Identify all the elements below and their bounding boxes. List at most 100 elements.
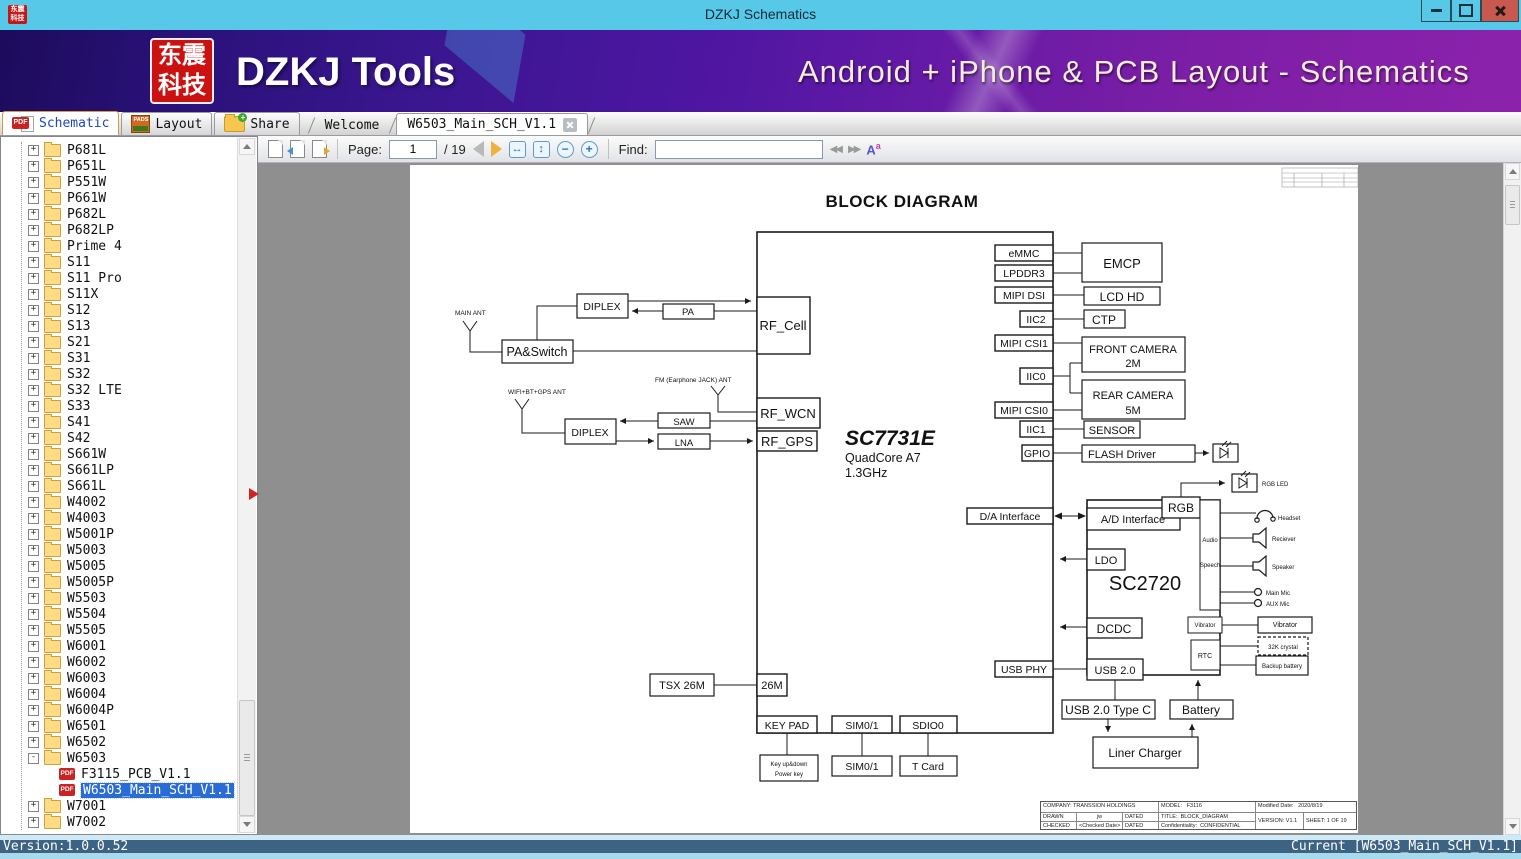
tree-scrollbar[interactable] — [237, 138, 256, 833]
tree-toggle-icon[interactable] — [28, 401, 39, 412]
tab-schematic[interactable]: PDF Schematic — [2, 111, 119, 135]
tree-item[interactable]: PDF F3115_PCB_V1.1 — [1, 766, 237, 782]
panel-collapse-icon[interactable] — [249, 488, 259, 500]
tree-toggle-icon[interactable] — [28, 433, 39, 444]
tree-item[interactable]: PDF S661L — [1, 478, 237, 494]
tree-item-label[interactable]: W7002 — [67, 815, 106, 830]
tree-item[interactable]: PDF P551W — [1, 174, 237, 190]
tree-item-label[interactable]: W5003 — [67, 543, 106, 558]
tree-item[interactable]: PDF S13 — [1, 318, 237, 334]
tree-item-label[interactable]: W6004P — [67, 703, 114, 718]
page-back-icon[interactable] — [290, 140, 305, 158]
tree-item-label[interactable]: S32 LTE — [67, 383, 122, 398]
tree-item[interactable]: PDF S31 — [1, 350, 237, 366]
single-page-icon[interactable] — [268, 140, 283, 158]
tree-item[interactable]: PDF W6003 — [1, 670, 237, 686]
tree-toggle-icon[interactable] — [28, 657, 39, 668]
viewer-scrollbar-thumb[interactable] — [1505, 185, 1520, 225]
tree-item-label[interactable]: W6003 — [67, 671, 106, 686]
tree-item[interactable]: PDF S33 — [1, 398, 237, 414]
tree-item[interactable]: PDF S11X — [1, 286, 237, 302]
find-next-icon[interactable] — [848, 144, 859, 155]
tree-item-label[interactable]: P661W — [67, 191, 106, 206]
close-button[interactable] — [1481, 0, 1519, 22]
tree-item-label[interactable]: S661W — [67, 447, 106, 462]
tree-item-label[interactable]: W5505 — [67, 623, 106, 638]
tree-toggle-icon[interactable] — [28, 289, 39, 300]
tree-toggle-icon[interactable] — [28, 353, 39, 364]
tree-item[interactable]: PDF W6001 — [1, 638, 237, 654]
tree-item[interactable]: PDF W5505 — [1, 622, 237, 638]
tree-item[interactable]: PDF S41 — [1, 414, 237, 430]
tree-item[interactable]: PDF W5504 — [1, 606, 237, 622]
tree-item[interactable]: PDF W7002 — [1, 814, 237, 830]
tree-item-label[interactable]: W6501 — [67, 719, 106, 734]
tree-toggle-icon[interactable] — [28, 145, 39, 156]
tree-item-label[interactable]: W4002 — [67, 495, 106, 510]
tab-layout[interactable]: PADS Layout — [121, 112, 212, 135]
tree-toggle-icon[interactable] — [28, 593, 39, 604]
tree-item-label[interactable]: S12 — [67, 303, 90, 318]
tree-toggle-icon[interactable] — [28, 705, 39, 716]
tree-item[interactable]: PDF P661W — [1, 190, 237, 206]
tree-toggle-icon[interactable] — [28, 577, 39, 588]
tree-item[interactable]: PDF S12 — [1, 302, 237, 318]
tree-item[interactable]: PDF S661LP — [1, 462, 237, 478]
tree-toggle-icon[interactable] — [28, 385, 39, 396]
page-forward-icon[interactable] — [312, 140, 327, 158]
tree-toggle-icon[interactable] — [28, 241, 39, 252]
tree-toggle-icon[interactable] — [28, 449, 39, 460]
tree-toggle-icon[interactable] — [28, 625, 39, 636]
tree-item[interactable]: PDF W5005 — [1, 558, 237, 574]
tree-toggle-icon[interactable] — [28, 737, 39, 748]
tree-item-label[interactable]: S11X — [67, 287, 98, 302]
find-previous-icon[interactable] — [830, 144, 841, 155]
tree-toggle-icon[interactable] — [28, 465, 39, 476]
page-number-input[interactable] — [389, 140, 437, 159]
tree-item-label[interactable]: W6503_Main_SCH_V1.1 — [81, 783, 234, 798]
tree-item-label[interactable]: W5005 — [67, 559, 106, 574]
scroll-down-icon[interactable] — [1505, 818, 1520, 835]
tree-item-label[interactable]: S21 — [67, 335, 90, 350]
tree-item[interactable]: PDF W5001P — [1, 526, 237, 542]
tree-item-label[interactable]: P681L — [67, 143, 106, 158]
tree-item[interactable]: PDF S661W — [1, 446, 237, 462]
tree-toggle-icon[interactable] — [28, 209, 39, 220]
tree-item[interactable]: PDF W4003 — [1, 510, 237, 526]
maximize-button[interactable] — [1451, 0, 1481, 22]
tree-item[interactable]: PDF P682LP — [1, 222, 237, 238]
tree-item[interactable]: PDF S21 — [1, 334, 237, 350]
tree-scrollbar-thumb[interactable] — [239, 700, 255, 816]
tree-toggle-icon[interactable] — [28, 673, 39, 684]
tree-toggle-icon[interactable] — [28, 529, 39, 540]
tree-toggle-icon[interactable] — [28, 305, 39, 316]
tree-item-label[interactable]: W5503 — [67, 591, 106, 606]
tree-item-label[interactable]: S661LP — [67, 463, 114, 478]
tree-item[interactable]: PDF W6004P — [1, 702, 237, 718]
tree-item-label[interactable]: F3115_PCB_V1.1 — [81, 767, 191, 782]
tree-toggle-icon[interactable] — [28, 193, 39, 204]
tree-toggle-icon[interactable] — [28, 337, 39, 348]
tree-toggle-icon[interactable] — [28, 689, 39, 700]
tree-item[interactable]: PDF W6004 — [1, 686, 237, 702]
tree-toggle-icon[interactable] — [28, 513, 39, 524]
tree-item[interactable]: PDF P682L — [1, 206, 237, 222]
minimize-button[interactable] — [1421, 0, 1451, 22]
tree-item-label[interactable]: W5001P — [67, 527, 114, 542]
tree-item[interactable]: PDF W5005P — [1, 574, 237, 590]
tree-item-label[interactable]: S13 — [67, 319, 90, 334]
zoom-out-button[interactable] — [557, 141, 574, 158]
tree-item-label[interactable]: P682L — [67, 207, 106, 222]
tree-toggle-icon[interactable] — [28, 321, 39, 332]
tab-welcome[interactable]: Welcome — [315, 115, 390, 135]
title-bar[interactable]: 东震 科技 DZKJ Schematics — [0, 0, 1521, 30]
tree-item-label[interactable]: W6004 — [67, 687, 106, 702]
fit-page-button[interactable] — [533, 141, 550, 158]
scroll-up-icon[interactable] — [239, 138, 255, 155]
tree-item[interactable]: PDF W6502 — [1, 734, 237, 750]
tree-item-label[interactable]: P551W — [67, 175, 106, 190]
tree-item-label[interactable]: S33 — [67, 399, 90, 414]
tree-toggle-icon[interactable] — [28, 369, 39, 380]
previous-page-icon[interactable] — [473, 141, 484, 157]
tree-item-label[interactable]: Prime 4 — [67, 239, 122, 254]
